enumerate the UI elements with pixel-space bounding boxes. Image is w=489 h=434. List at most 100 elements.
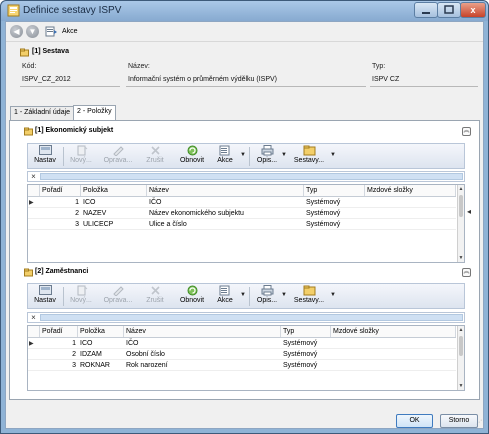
tab-polozky[interactable]: 2 - Položky [73, 105, 116, 120]
novy-button[interactable]: Nový... [66, 144, 96, 168]
collapse-ekonomicky-button[interactable]: ︽ [462, 127, 471, 136]
opis-label: Opis... [256, 157, 278, 164]
column-header[interactable]: Název [147, 185, 304, 196]
novy-label: Nový... [70, 297, 92, 304]
opis-button[interactable]: Opis... [254, 144, 280, 168]
nastav-button[interactable]: Nastav [30, 284, 60, 308]
tab-label: 1 - Základní údaje [14, 109, 71, 116]
oprava-button[interactable]: Oprava... [100, 144, 136, 168]
akce-button[interactable]: Akce [213, 284, 237, 308]
oprava-button[interactable]: Oprava... [100, 284, 136, 308]
obnovit-button[interactable]: Obnovit [175, 284, 209, 308]
akce-label: Akce [217, 157, 233, 164]
actions-menu-label[interactable]: Akce [62, 28, 78, 35]
minimize-button[interactable] [414, 2, 438, 18]
scrollbar-thumb[interactable] [459, 336, 463, 356]
cell-nazev: Rok narození [126, 362, 168, 369]
row-header-spacer [28, 185, 40, 196]
close-button[interactable]: x [460, 2, 486, 18]
akce-button[interactable]: Akce [213, 144, 237, 168]
cell-nazev: Ulice a číslo [149, 221, 187, 228]
double-chevron-up-icon: ︽ [463, 269, 470, 275]
zrusit-button[interactable]: Zrušit [140, 284, 170, 308]
tab-label: 2 - Položky [77, 108, 112, 115]
cancel-label: Storno [448, 417, 470, 424]
collapse-zamestnanci-button[interactable]: ︽ [462, 268, 471, 277]
opis-label: Opis... [256, 297, 278, 304]
maximize-button[interactable] [437, 2, 461, 18]
column-header[interactable]: Název [124, 326, 281, 337]
column-header[interactable]: Pořadí [40, 326, 78, 337]
typ-underline [370, 86, 478, 87]
column-header[interactable]: Typ [281, 326, 331, 337]
vertical-scrollbar[interactable]: ▲ ▼ [457, 185, 464, 262]
cell-poradi: 2 [72, 351, 76, 358]
akce-dropdown-icon[interactable]: ▼ [240, 292, 246, 298]
table-row[interactable]: ▶ 1 ICO IČO Systémový [28, 338, 456, 349]
column-header[interactable]: Typ [304, 185, 365, 196]
resize-grip-icon[interactable]: ⋰ [474, 419, 482, 427]
back-arrow-icon: ◀ [13, 27, 20, 36]
zamestnanci-filter-input[interactable] [40, 314, 463, 321]
actions-icon[interactable] [45, 25, 58, 38]
cell-typ: Systémový [283, 340, 318, 347]
ekonomicky-filter-input[interactable] [40, 173, 463, 180]
ribbon-separator [249, 287, 250, 306]
row-header-spacer [28, 326, 40, 337]
column-header[interactable]: Položka [81, 185, 147, 196]
scrollbar-thumb[interactable] [459, 195, 463, 217]
kod-label: Kód: [22, 63, 37, 70]
grid-header: Pořadí Položka Název Typ Mzdové složky [28, 185, 456, 197]
clear-filter-icon[interactable]: × [29, 313, 38, 322]
sestavy-button[interactable]: Sestavy... [290, 284, 328, 308]
kod-value: ISPV_CZ_2012 [22, 76, 71, 83]
novy-button[interactable]: Nový... [66, 284, 96, 308]
scroll-up-icon[interactable]: ▲ [458, 327, 464, 333]
table-row[interactable]: ▶ 1 ICO IČO Systémový [28, 197, 456, 208]
cell-typ: Systémový [306, 210, 341, 217]
table-row[interactable]: 2 IDZAM Osobní číslo Systémový [28, 349, 456, 360]
akce-label: Akce [217, 297, 233, 304]
refresh-icon [187, 145, 197, 156]
reports-folder-icon [303, 145, 315, 156]
cell-mzdove [331, 360, 456, 371]
cancel-button[interactable]: Storno [440, 414, 478, 428]
forward-button[interactable]: ▼ [26, 25, 39, 38]
back-button[interactable]: ◀ [10, 25, 23, 38]
table-row[interactable]: 2 NAZEV Název ekonomického subjektu Syst… [28, 208, 456, 219]
sestavy-dropdown-icon[interactable]: ▼ [330, 152, 336, 158]
table-row[interactable]: 3 ROKNAR Rok narození Systémový [28, 360, 456, 371]
cell-typ: Systémový [306, 199, 341, 206]
akce-dropdown-icon[interactable]: ▼ [240, 152, 246, 158]
tab-zakladni-udaje[interactable]: 1 - Základní údaje [10, 106, 75, 120]
table-row[interactable]: 3 ULICECP Ulice a číslo Systémový [28, 219, 456, 230]
sestavy-dropdown-icon[interactable]: ▼ [330, 292, 336, 298]
vertical-scrollbar[interactable]: ▲ ▼ [457, 326, 464, 390]
delete-icon [150, 146, 160, 155]
zrusit-button[interactable]: Zrušit [140, 144, 170, 168]
clear-filter-icon[interactable]: × [29, 172, 38, 181]
scroll-up-icon[interactable]: ▲ [458, 186, 464, 192]
nastav-button[interactable]: Nastav [30, 144, 60, 168]
scroll-down-icon[interactable]: ▼ [458, 383, 464, 389]
column-header[interactable]: Mzdové složky [365, 185, 456, 196]
opis-dropdown-icon[interactable]: ▼ [281, 152, 287, 158]
sestavy-button[interactable]: Sestavy... [290, 144, 328, 168]
nazev-underline [126, 86, 366, 87]
cell-poradi: 1 [72, 340, 76, 347]
ekonomicky-filter-row: × [27, 171, 465, 182]
cell-mzdove [365, 208, 456, 219]
ok-button[interactable]: OK [396, 414, 433, 428]
opis-button[interactable]: Opis... [254, 284, 280, 308]
scroll-down-icon[interactable]: ▼ [458, 255, 464, 261]
dialog-client-area: ◀ ▼ Akce [1] Sestava Kód: ISPV_CZ_2012 N… [5, 21, 484, 429]
column-header[interactable]: Položka [78, 326, 124, 337]
ekonomicky-ribbon: Nastav Nový... Oprava... Zrušit Obnovit … [27, 143, 465, 169]
column-header[interactable]: Pořadí [40, 185, 81, 196]
chevron-left-icon[interactable]: ◂ [467, 207, 471, 216]
obnovit-button[interactable]: Obnovit [175, 144, 209, 168]
title-bar[interactable]: Definice sestavy ISPV x [1, 1, 488, 21]
cell-mzdove [331, 338, 456, 349]
opis-dropdown-icon[interactable]: ▼ [281, 292, 287, 298]
column-header[interactable]: Mzdové složky [331, 326, 456, 337]
